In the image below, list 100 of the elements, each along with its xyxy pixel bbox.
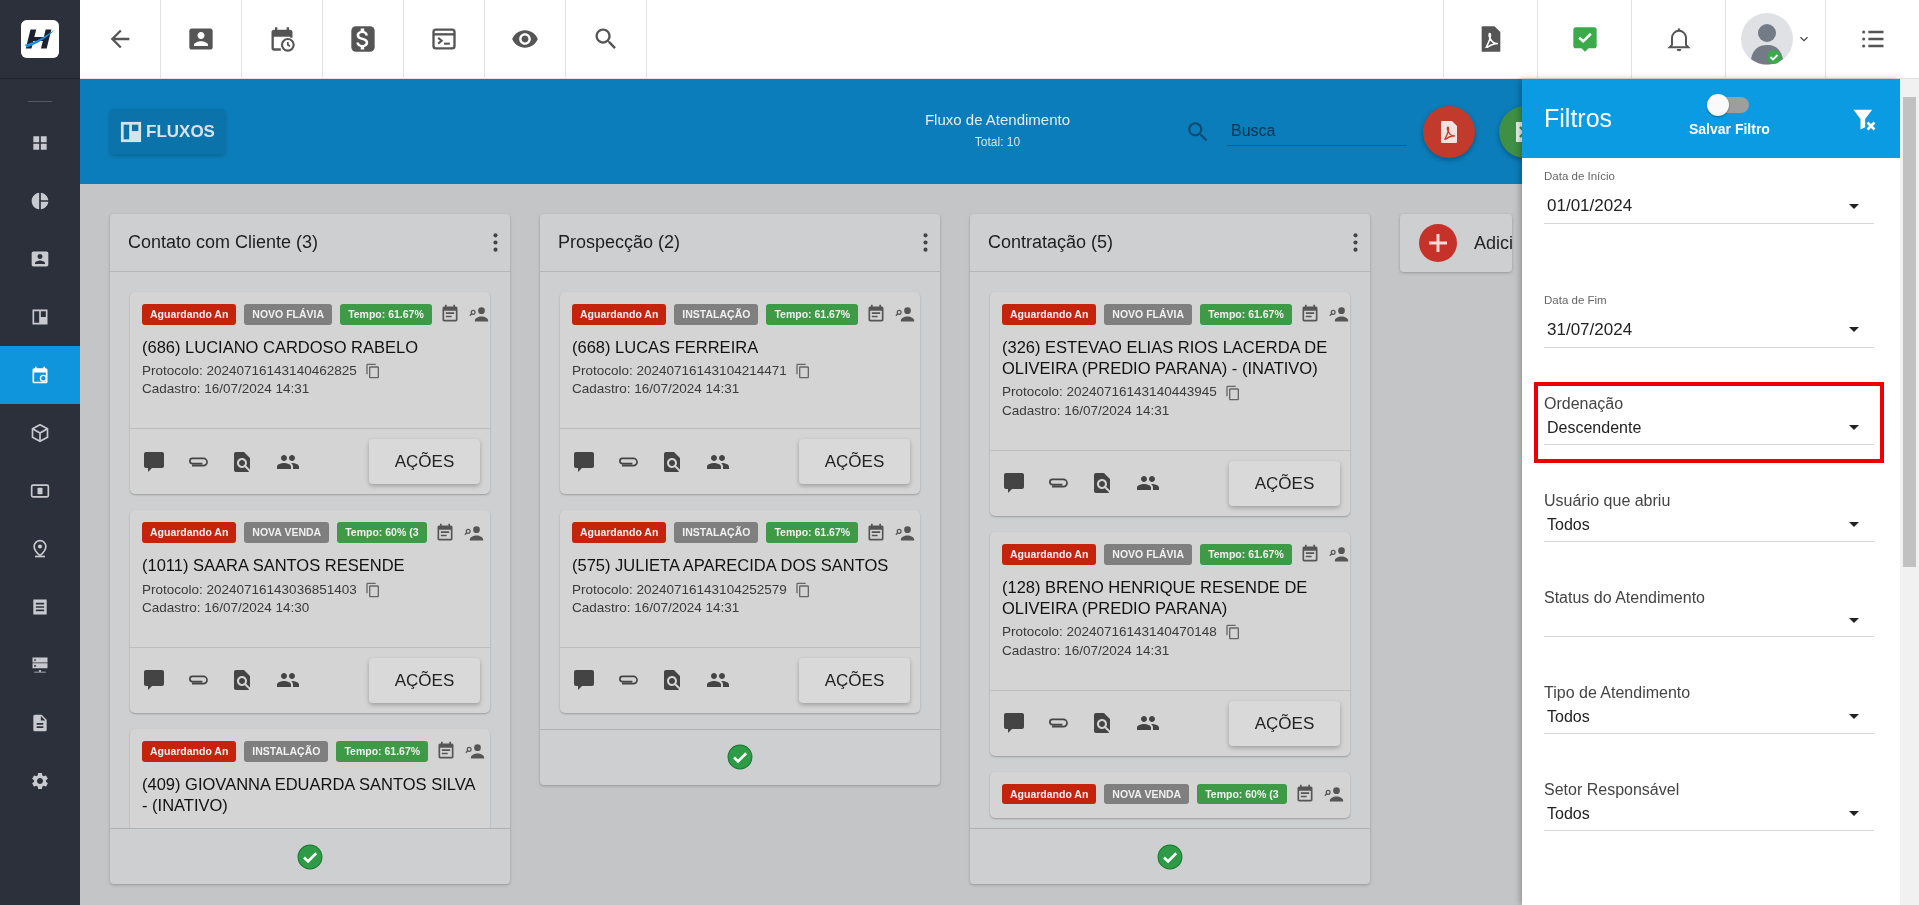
board-icon xyxy=(120,120,142,143)
column-menu-button[interactable] xyxy=(493,233,498,252)
field-value: 31/07/2024 xyxy=(1547,319,1633,341)
field-value: Todos xyxy=(1547,803,1590,824)
status-tag: Tempo: 61.67% xyxy=(1200,543,1292,565)
copy-icon xyxy=(364,363,381,380)
dropdown-caret-icon xyxy=(1849,203,1859,209)
column-menu-button[interactable] xyxy=(923,233,928,252)
comments-button[interactable] xyxy=(142,449,166,474)
field-value: 01/01/2024 xyxy=(1547,195,1633,218)
select-field[interactable]: Todos xyxy=(1544,801,1874,831)
actions-button[interactable]: AÇÕES xyxy=(799,439,910,485)
status-tag: Aguardando An xyxy=(1002,304,1097,325)
flows-button[interactable]: FLUXOS xyxy=(110,108,225,155)
pdf-export-button[interactable] xyxy=(1423,105,1476,158)
paperclip-icon xyxy=(618,456,638,467)
status-tag: Aguardando An xyxy=(1002,543,1097,565)
check-circle-icon xyxy=(1157,843,1183,870)
date-field[interactable]: 01/01/2024 xyxy=(1544,193,1874,224)
search-field[interactable]: Busca xyxy=(1227,117,1408,146)
assign-user-button[interactable] xyxy=(1322,784,1345,805)
copy-button[interactable] xyxy=(364,581,381,598)
actions-button[interactable]: AÇÕES xyxy=(1229,700,1340,746)
add-column-card[interactable]: Adici xyxy=(1400,214,1512,272)
dropdown-caret-icon xyxy=(1849,425,1859,430)
status-tag: NOVO FLÁVIA xyxy=(1104,304,1193,325)
copy-button[interactable] xyxy=(1224,384,1241,401)
assign-user-button[interactable] xyxy=(1327,544,1350,565)
status-tag: Aguardando An xyxy=(572,304,667,325)
scrollbar[interactable] xyxy=(1900,79,1919,905)
page-title: Fluxo de Atendimento xyxy=(924,112,1071,129)
avatar-icon xyxy=(1740,13,1793,65)
status-tag: Tempo: 61.67% xyxy=(1200,304,1292,325)
field-label: Tipo de Atendimento xyxy=(1544,682,1692,703)
person-search-icon xyxy=(1322,784,1345,805)
copy-button[interactable] xyxy=(794,581,811,598)
dropdown-caret-icon xyxy=(1849,811,1859,816)
column-title: Prospecção (2) xyxy=(558,231,681,254)
calendar-note-icon xyxy=(866,522,887,543)
comments-button[interactable] xyxy=(142,668,166,693)
toggle-switch[interactable] xyxy=(1709,97,1750,113)
assign-user-button[interactable] xyxy=(467,304,490,325)
comment-icon xyxy=(572,668,596,693)
field-label: Data de Início xyxy=(1544,169,1616,184)
created-date: Cadastro: 16/07/2024 14:31 xyxy=(142,380,311,399)
comments-button[interactable] xyxy=(572,668,596,693)
ticket-title: (326) ESTEVAO ELIAS RIOS LACERDA DE OLIVEIRA (PREDIO PARANA) - (INATIVO) xyxy=(1002,336,1329,380)
status-tag: Tempo: 60% (3 xyxy=(337,522,427,544)
status-tag: Aguardando An xyxy=(142,740,237,762)
actions-button[interactable]: AÇÕES xyxy=(369,657,480,703)
column-menu-button[interactable] xyxy=(1353,233,1358,252)
status-tag: Tempo: 60% (3 xyxy=(1197,783,1287,805)
comments-button[interactable] xyxy=(1002,711,1026,736)
copy-button[interactable] xyxy=(364,363,381,380)
person-search-icon xyxy=(1327,544,1350,565)
status-tag: INSTALAÇÃO xyxy=(674,522,759,544)
status-tag: Tempo: 61.67% xyxy=(766,522,859,544)
status-tag: NOVA VENDA xyxy=(1104,783,1190,805)
protocol-number: Protocolo: 20240716143140470148 xyxy=(1002,623,1217,642)
status-tag: Aguardando An xyxy=(142,522,237,544)
protocol-number: Protocolo: 20240716143104214471 xyxy=(572,362,787,381)
chat-check-icon xyxy=(1570,25,1599,53)
check-circle-icon xyxy=(727,744,753,771)
assign-user-button[interactable] xyxy=(464,741,487,762)
assign-user-button[interactable] xyxy=(894,304,917,325)
copy-button[interactable] xyxy=(1224,624,1241,641)
list-document-icon xyxy=(30,597,50,617)
select-field[interactable]: Todos xyxy=(1544,704,1874,734)
status-tag: NOVO FLÁVIA xyxy=(1104,543,1193,565)
add-column-label: Adici xyxy=(1474,231,1512,255)
created-date: Cadastro: 16/07/2024 14:31 xyxy=(572,598,741,617)
copy-icon xyxy=(1224,384,1241,401)
more-vert-icon xyxy=(923,233,928,252)
status-tag: Tempo: 61.67% xyxy=(340,304,432,325)
schedule-button[interactable] xyxy=(436,741,457,762)
field-label: Data de Fim xyxy=(1544,292,1608,308)
filter-title: Filtros xyxy=(1544,102,1614,134)
comments-button[interactable] xyxy=(1002,471,1026,496)
assign-user-button[interactable] xyxy=(1327,304,1350,325)
field-label: Setor Responsável xyxy=(1544,779,1681,800)
status-tag: NOVA VENDA xyxy=(244,522,330,544)
select-field[interactable]: Descendente xyxy=(1544,415,1874,445)
actions-button[interactable]: AÇÕES xyxy=(1229,460,1340,506)
created-date: Cadastro: 16/07/2024 14:31 xyxy=(1002,401,1171,420)
select-field[interactable]: Todos xyxy=(1544,512,1874,542)
comments-button[interactable] xyxy=(572,449,596,474)
schedule-button[interactable] xyxy=(866,304,887,325)
copy-button[interactable] xyxy=(794,363,811,380)
schedule-button[interactable] xyxy=(866,522,887,543)
actions-button[interactable]: AÇÕES xyxy=(369,439,480,485)
contact-card-icon xyxy=(30,249,50,269)
status-tag: Aguardando An xyxy=(572,522,667,544)
date-field[interactable]: 31/07/2024 xyxy=(1544,317,1874,348)
settings-icon xyxy=(30,771,50,791)
status-tag: Tempo: 61.67% xyxy=(336,740,429,762)
status-tag: NOVO FLÁVIA xyxy=(244,304,333,325)
grid-icon xyxy=(30,133,50,153)
actions-button[interactable]: AÇÕES xyxy=(799,657,910,703)
protocol-number: Protocolo: 20240716143036851403 xyxy=(142,580,357,599)
calendar-icon xyxy=(30,365,50,385)
